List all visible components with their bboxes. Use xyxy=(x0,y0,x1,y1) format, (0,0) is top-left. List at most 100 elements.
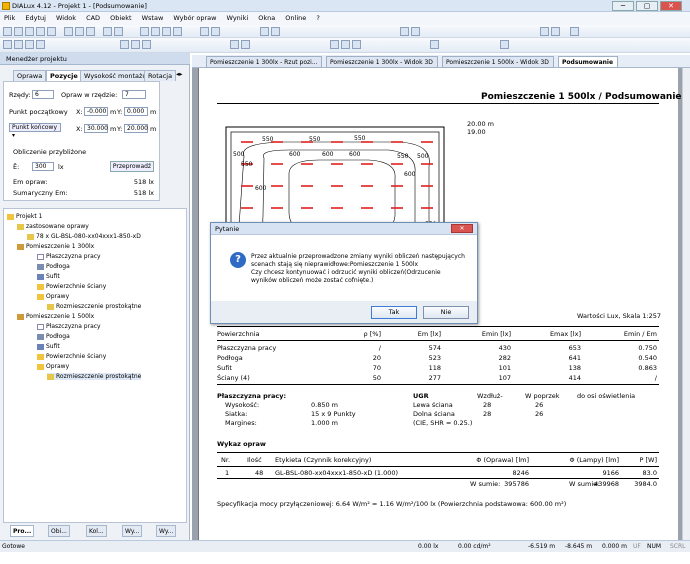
raytrace-icon[interactable] xyxy=(211,27,220,36)
end-y-input[interactable]: 20.000 xyxy=(124,124,148,133)
tab-scroll-arrows[interactable]: ◂▸ xyxy=(176,70,183,78)
menu-obiekt[interactable]: Obiekt xyxy=(106,12,135,24)
tab-pozycje[interactable]: Pozycje xyxy=(46,70,82,81)
tree-node-floor-500[interactable]: Podłoga xyxy=(37,333,70,340)
tab-output[interactable]: Wy... xyxy=(122,525,143,537)
dialog-body: ? Przez aktualnie przeprowadzone zmiany … xyxy=(211,235,477,301)
tree-node-arrangement-500[interactable]: Rozmieszczenie prostokątne xyxy=(47,373,142,380)
no-button[interactable]: Nie xyxy=(423,306,469,319)
tree-node-project[interactable]: Projekt 1 xyxy=(7,213,42,220)
tree-node-luminaire-type[interactable]: 78 x GL-BSL-080-xx04xxx1-850-xD xyxy=(27,233,141,240)
calculate-icon[interactable] xyxy=(260,27,269,36)
maximize-button[interactable]: ▢ xyxy=(636,1,658,11)
menu-plik[interactable]: Plik xyxy=(0,12,19,24)
new-file-icon[interactable] xyxy=(3,27,12,36)
tab-oprawa[interactable]: Oprawa xyxy=(13,70,47,81)
dimension-1: 20.00 m xyxy=(467,120,495,128)
rotate-icon[interactable] xyxy=(25,40,34,49)
view-front-icon[interactable] xyxy=(162,27,171,36)
cut-icon[interactable] xyxy=(64,27,73,36)
tree-node-arrangement-300[interactable]: Rozmieszczenie prostokątne xyxy=(47,303,141,310)
menu-okna[interactable]: Okna xyxy=(254,12,279,24)
save-icon[interactable] xyxy=(25,27,34,36)
vertical-scrollbar[interactable] xyxy=(682,68,690,540)
table-icon[interactable] xyxy=(400,27,409,36)
chart-icon[interactable] xyxy=(551,27,560,36)
tree-node-walls-500[interactable]: Powierzchnie ściany xyxy=(37,353,106,360)
menu-wybor-opraw[interactable]: Wybór opraw xyxy=(169,12,220,24)
tree-node-workplane-500[interactable]: Płaszczyzna pracy xyxy=(37,323,101,330)
pdf-icon[interactable] xyxy=(47,27,56,36)
view-side-icon[interactable] xyxy=(173,27,182,36)
paste-icon[interactable] xyxy=(86,27,95,36)
view-2d-icon[interactable] xyxy=(140,27,149,36)
grid-icon[interactable] xyxy=(411,27,420,36)
print-icon[interactable] xyxy=(36,27,45,36)
luminaire-field-icon[interactable] xyxy=(330,40,339,49)
doc-tab-300-3d[interactable]: Pomieszczenie 1 300lx - Widok 3D xyxy=(326,56,438,68)
tree-node-ceiling-500[interactable]: Sufit xyxy=(37,343,60,350)
move-icon[interactable] xyxy=(14,40,23,49)
arrow-right-icon[interactable] xyxy=(241,40,250,49)
doc-tab-summary[interactable]: Podsumowanie xyxy=(558,56,618,68)
zoom-out-icon[interactable] xyxy=(131,40,140,49)
adjust-button[interactable]: Przeprowadź xyxy=(110,161,154,172)
start-y-input[interactable]: 0.000 xyxy=(124,107,148,116)
tree-node-used-luminaires[interactable]: zastosowane oprawy xyxy=(17,223,89,230)
menu-wstaw[interactable]: Wstaw xyxy=(138,12,168,24)
select-icon[interactable] xyxy=(3,40,12,49)
close-button[interactable]: ✕ xyxy=(660,1,682,11)
undo-icon[interactable] xyxy=(103,27,112,36)
dialog-message-line: Przez aktualnie przeprowadzone zmiany wy… xyxy=(251,253,465,260)
zoom-in-icon[interactable] xyxy=(120,40,129,49)
menu-cad[interactable]: CAD xyxy=(82,12,104,24)
rows-input[interactable]: 6 xyxy=(32,90,54,99)
doc-tab-500-3d[interactable]: Pomieszczenie 1 500lx - Widok 3D xyxy=(442,56,554,68)
arrow-left-icon[interactable] xyxy=(230,40,239,49)
doc-tab-300-plan[interactable]: Pomieszczenie 1 300lx - Rzut pozi... xyxy=(206,56,322,68)
redo-icon[interactable] xyxy=(114,27,123,36)
dialog-close-button[interactable]: ✕ xyxy=(451,224,473,233)
tree-node-room-300[interactable]: Pomieszczenie 1 300lx xyxy=(17,243,94,250)
end-x-input[interactable]: 30.000 xyxy=(84,124,108,133)
tab-objects[interactable]: Obi... xyxy=(48,525,70,537)
tree-node-floor-300[interactable]: Podłoga xyxy=(37,263,70,270)
render-icon[interactable] xyxy=(200,27,209,36)
tree-node-workplane-300[interactable]: Płaszczyzna pracy xyxy=(37,253,101,260)
tab-project[interactable]: Pro... xyxy=(10,525,35,537)
per-row-input[interactable]: 7 xyxy=(122,90,146,99)
isoline-label: 550 xyxy=(309,136,321,143)
measure-icon[interactable] xyxy=(500,40,509,49)
output-icon[interactable] xyxy=(271,27,280,36)
tab-colors[interactable]: Kol... xyxy=(86,525,107,537)
tree-node-walls-300[interactable]: Powierzchnie ściany xyxy=(37,283,106,290)
view-3d-icon[interactable] xyxy=(151,27,160,36)
menu-wyniki[interactable]: Wyniki xyxy=(223,12,253,24)
window-tile-icon[interactable] xyxy=(570,27,579,36)
report-icon[interactable] xyxy=(540,27,549,36)
menu-edytuj[interactable]: Edytuj xyxy=(21,12,50,24)
luminaire-circle-icon[interactable] xyxy=(352,40,361,49)
mirror-icon[interactable] xyxy=(36,40,45,49)
tab-luminaire-selection[interactable]: Wy... xyxy=(156,525,177,537)
yes-button[interactable]: Tak xyxy=(371,306,417,319)
tab-wysokosc-montazu[interactable]: Wysokość montażu xyxy=(80,70,151,81)
menu-help[interactable]: ? xyxy=(312,12,323,24)
e-input[interactable]: 300 xyxy=(32,162,54,171)
menu-widok[interactable]: Widok xyxy=(52,12,80,24)
color-icon[interactable] xyxy=(430,40,439,49)
end-point-select[interactable]: Punkt końcowy ▾ xyxy=(9,123,61,139)
copy-icon[interactable] xyxy=(75,27,84,36)
luminaire-line-icon[interactable] xyxy=(341,40,350,49)
start-x-input[interactable]: -0.000 xyxy=(84,107,108,116)
tab-rotacja[interactable]: Rotacja xyxy=(144,70,177,81)
tree-node-room-500[interactable]: Pomieszczenie 1 500lx xyxy=(17,313,94,320)
tree-node-luminaires-500[interactable]: Oprawy xyxy=(37,363,69,370)
tree-node-ceiling-300[interactable]: Sufit xyxy=(37,273,60,280)
minimize-button[interactable]: ─ xyxy=(612,1,634,11)
zoom-fit-icon[interactable] xyxy=(142,40,151,49)
e-unit: lx xyxy=(58,163,64,171)
open-file-icon[interactable] xyxy=(14,27,23,36)
menu-online[interactable]: Online xyxy=(281,12,310,24)
tree-node-luminaires-300[interactable]: Oprawy xyxy=(37,293,69,300)
